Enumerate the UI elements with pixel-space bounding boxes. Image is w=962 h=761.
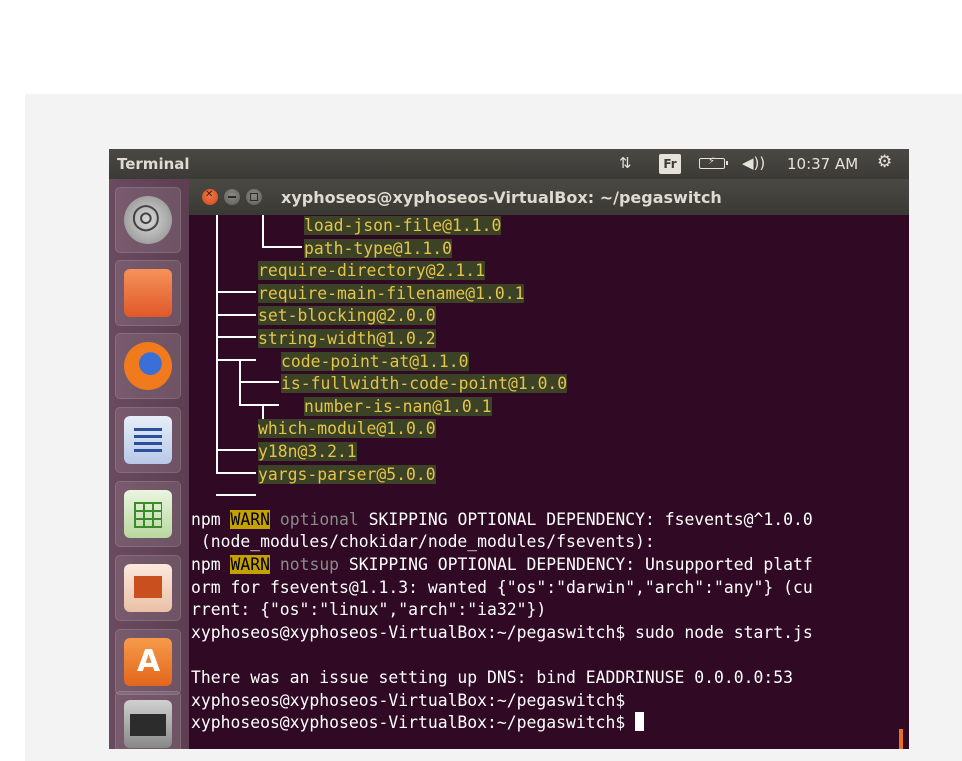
- tree-line: [239, 381, 279, 383]
- maximize-icon[interactable]: [246, 189, 262, 205]
- ubuntu-software-icon[interactable]: [115, 629, 181, 695]
- tree-line: [216, 359, 256, 361]
- window-title: xyphoseos@xyphoseos-VirtualBox: ~/pegasw…: [281, 188, 722, 207]
- dns-error-line: There was an issue setting up DNS: bind …: [191, 668, 793, 687]
- tree-line: [216, 494, 256, 496]
- active-prompt-line[interactable]: xyphoseos@xyphoseos-VirtualBox:~/pegaswi…: [191, 712, 645, 735]
- tree-item: require-main-filename@1.0.1: [258, 283, 525, 303]
- tree-line: [262, 246, 302, 248]
- libreoffice-calc-icon[interactable]: [115, 481, 181, 547]
- prompt-line: xyphoseos@xyphoseos-VirtualBox:~/pegaswi…: [191, 690, 626, 710]
- terminal-line: (node_modules/chokidar/node_modules/fsev…: [191, 532, 655, 552]
- ubuntu-desktop: Terminal ⇅ Fr ⚡ ◀)) 10:37 AM ⚙ xyphoseos…: [109, 149, 909, 749]
- terminal-output[interactable]: load-json-file@1.1.0 path-type@1.1.0 req…: [191, 215, 903, 749]
- tree-line: [262, 215, 264, 247]
- tree-line: [216, 472, 256, 474]
- battery-icon[interactable]: ⚡: [699, 156, 728, 169]
- terminal-window[interactable]: xyphoseos@xyphoseos-VirtualBox: ~/pegasw…: [189, 179, 909, 749]
- tree-line: [216, 449, 256, 451]
- tree-item: y18n@3.2.1: [258, 442, 357, 461]
- tree-item: path-type@1.1.0: [304, 238, 453, 258]
- tree-item: number-is-nan@1.0.1: [304, 396, 492, 416]
- files-icon[interactable]: [115, 260, 181, 326]
- gear-icon[interactable]: ⚙: [877, 152, 892, 172]
- scrollbar-indicator[interactable]: [899, 729, 903, 749]
- network-icon[interactable]: ⇅: [619, 154, 632, 172]
- terminal-line: rrent: {"os":"linux","arch":"ia32"}): [191, 600, 547, 620]
- text-cursor: [635, 712, 645, 732]
- firefox-icon[interactable]: [115, 333, 181, 399]
- volume-icon[interactable]: ◀)): [742, 154, 765, 172]
- libreoffice-impress-icon[interactable]: [115, 555, 181, 621]
- tree-line: [216, 336, 256, 338]
- tree-item: set-blocking@2.0.0: [258, 306, 436, 326]
- keyboard-layout-icon[interactable]: Fr: [659, 154, 681, 174]
- terminal-icon[interactable]: [115, 691, 181, 749]
- clock[interactable]: 10:37 AM: [787, 155, 858, 173]
- terminal-line: orm for fsevents@1.1.3: wanted {"os":"da…: [191, 577, 813, 597]
- tree-item: string-width@1.0.2: [258, 329, 436, 348]
- command-line: xyphoseos@xyphoseos-VirtualBox:~/pegaswi…: [191, 622, 813, 642]
- tree-line: [216, 291, 256, 293]
- launcher: [109, 179, 189, 749]
- npm-warn-line: npm WARN notsup SKIPPING OPTIONAL DEPEND…: [191, 555, 813, 574]
- close-icon[interactable]: [202, 189, 218, 205]
- tree-item: yargs-parser@5.0.0: [258, 464, 436, 484]
- tree-line: [216, 314, 256, 316]
- tree-item: code-point-at@1.1.0: [281, 351, 469, 371]
- tree-item: is-fullwidth-code-point@1.0.0: [281, 374, 568, 394]
- minimize-icon[interactable]: [224, 189, 240, 205]
- tree-item: which-module@1.0.0: [258, 419, 436, 439]
- tree-line: [239, 404, 279, 406]
- npm-warn-line: npm WARN optional SKIPPING OPTIONAL DEPE…: [191, 509, 813, 529]
- top-panel: Terminal ⇅ Fr ⚡ ◀)) 10:37 AM ⚙: [109, 149, 909, 179]
- tree-item: load-json-file@1.1.0: [304, 216, 502, 235]
- tree-item: require-directory@2.1.1: [258, 261, 485, 281]
- active-app-title: Terminal: [117, 155, 190, 173]
- window-titlebar[interactable]: xyphoseos@xyphoseos-VirtualBox: ~/pegasw…: [189, 179, 909, 215]
- libreoffice-writer-icon[interactable]: [115, 407, 181, 473]
- tree-line: [216, 215, 218, 473]
- ubuntu-dash-icon[interactable]: [115, 187, 181, 253]
